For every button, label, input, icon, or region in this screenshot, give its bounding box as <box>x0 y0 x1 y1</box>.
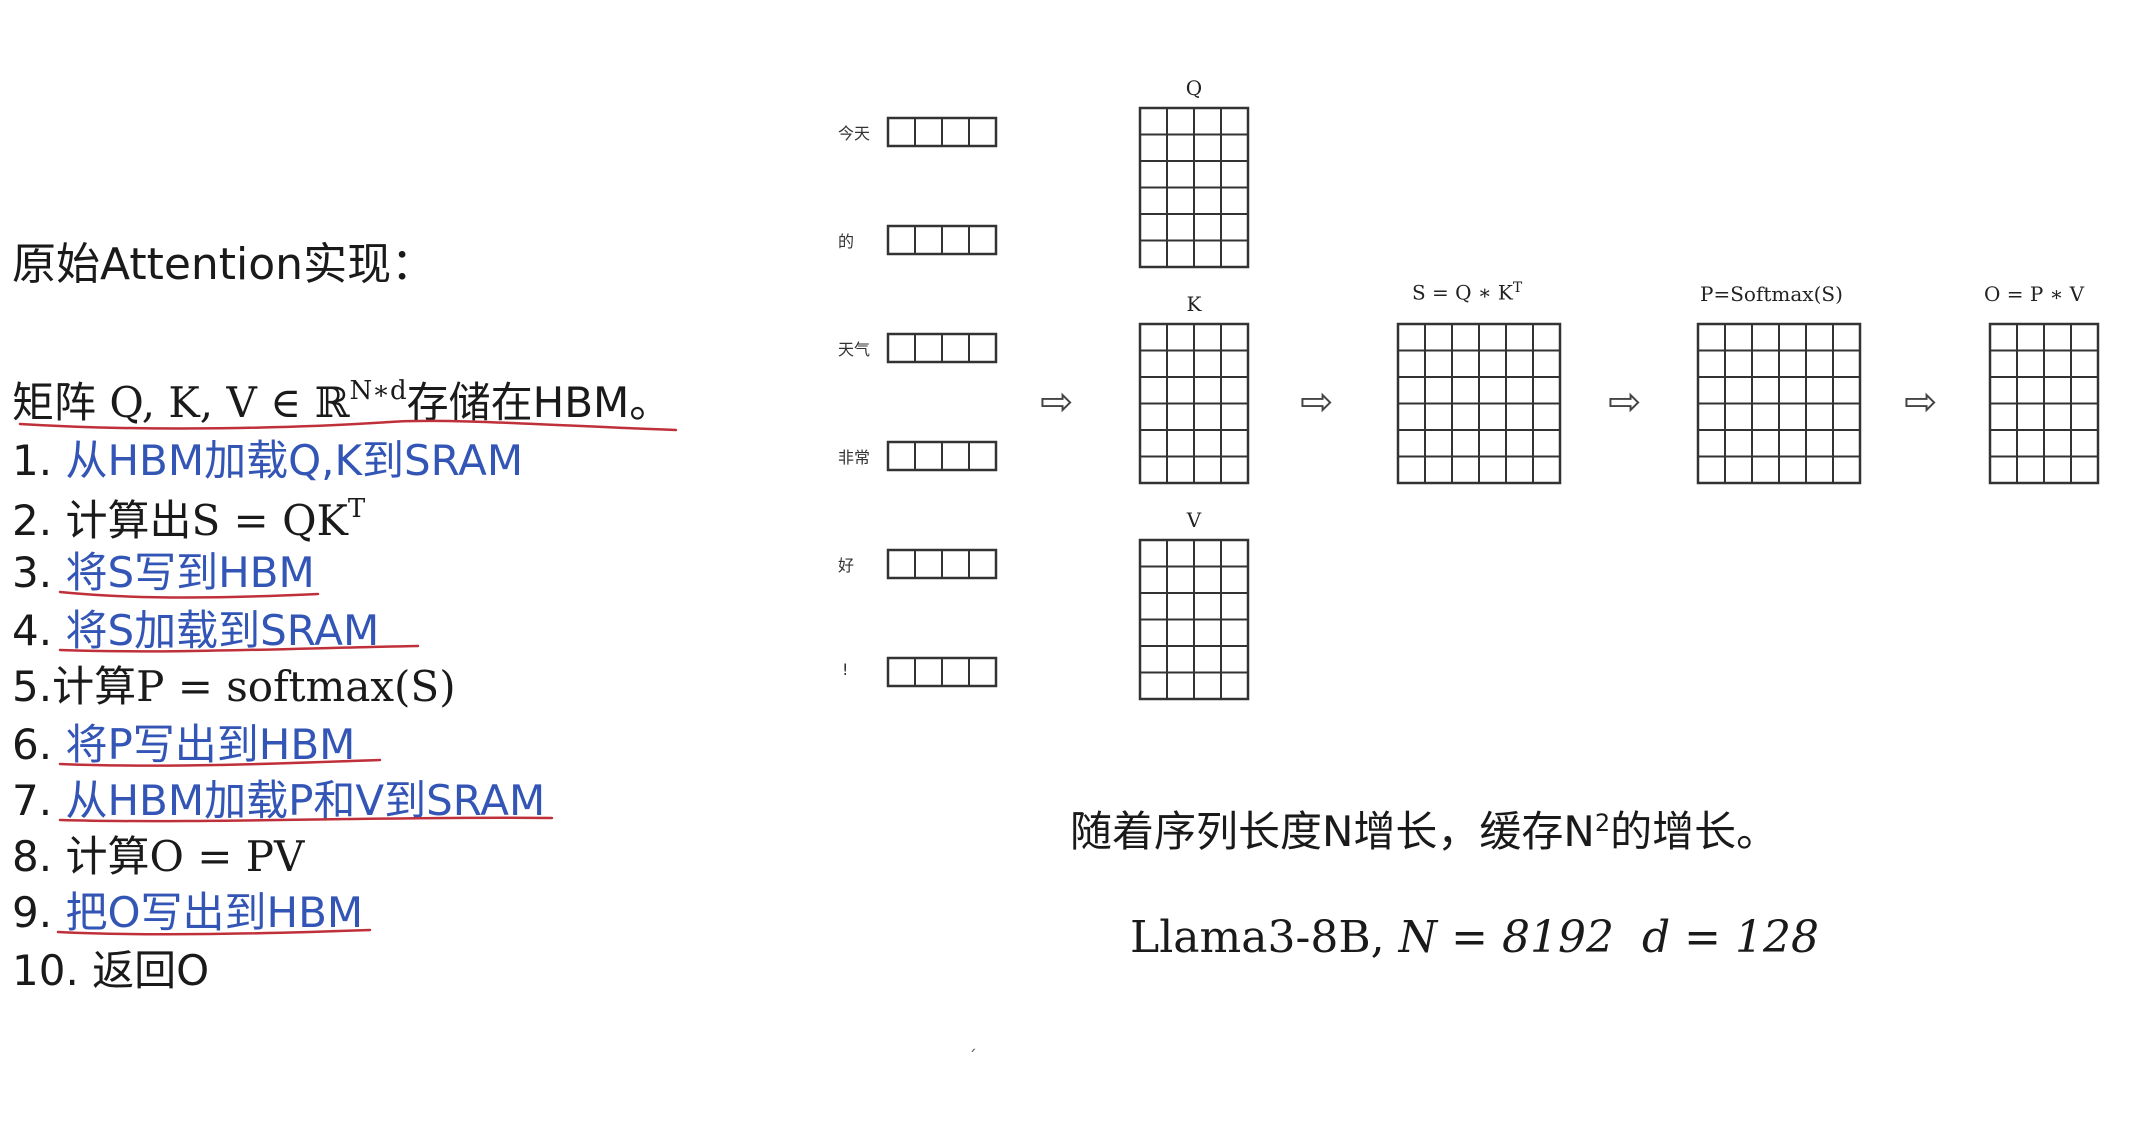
token-vector <box>886 224 998 256</box>
formula-model: Llama3-8B, <box>1130 912 1385 963</box>
matrix-s <box>1396 322 1562 485</box>
caption-text-after: 的增长。 <box>1610 807 1779 856</box>
diagram-grids <box>886 106 2100 701</box>
caption-text-before: 随着序列长度N增长，缓存N <box>1070 807 1595 856</box>
matrix-v <box>1138 538 1250 701</box>
token-vector <box>886 116 998 148</box>
matrix-o <box>1988 322 2100 485</box>
model-formula: Llama3-8B, N = 8192 d = 128 <box>1130 912 1819 963</box>
token-vector <box>886 548 998 580</box>
matrix-q <box>1138 106 1250 269</box>
matrix-k <box>1138 322 1250 485</box>
token-vector <box>886 332 998 364</box>
formula-n: N = 8192 <box>1398 912 1614 963</box>
caption-sup: 2 <box>1594 809 1611 837</box>
token-vector <box>886 656 998 688</box>
formula-d: d = 128 <box>1641 912 1819 963</box>
matrix-p <box>1696 322 1862 485</box>
stray-mark: ˏ <box>968 1032 977 1053</box>
growth-caption: 随着序列长度N增长，缓存N2的增长。 <box>1070 798 1778 859</box>
token-vector <box>886 440 998 472</box>
